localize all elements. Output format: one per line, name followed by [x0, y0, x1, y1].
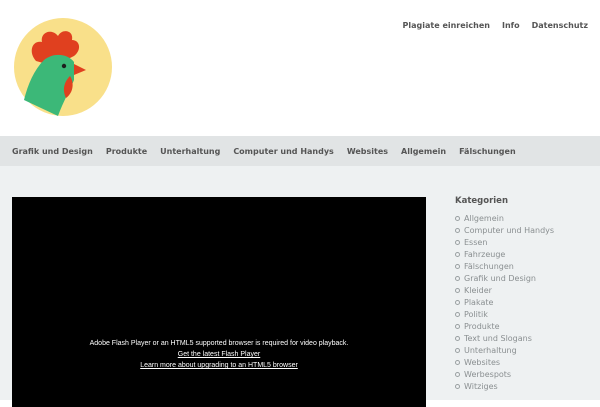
cat-nav-grafik-und-design[interactable]: Grafik und Design: [12, 147, 93, 156]
list-item: Grafik und Design: [455, 273, 595, 285]
list-item: Werbespots: [455, 369, 595, 381]
circle-bullet-icon: [455, 348, 460, 353]
category-link[interactable]: Essen: [464, 238, 487, 247]
list-item: Kleider: [455, 285, 595, 297]
top-nav-datenschutz[interactable]: Datenschutz: [532, 21, 588, 30]
sidebar-title: Kategorien: [455, 196, 508, 206]
circle-bullet-icon: [455, 288, 460, 293]
circle-bullet-icon: [455, 300, 460, 305]
circle-bullet-icon: [455, 324, 460, 329]
category-link[interactable]: Unterhaltung: [464, 346, 517, 355]
category-link[interactable]: Werbespots: [464, 370, 511, 379]
rooster-logo-icon[interactable]: [14, 18, 112, 116]
cat-nav-unterhaltung[interactable]: Unterhaltung: [160, 147, 220, 156]
list-item: Fälschungen: [455, 261, 595, 273]
circle-bullet-icon: [455, 372, 460, 377]
video-player[interactable]: Adobe Flash Player or an HTML5 supported…: [12, 197, 426, 407]
video-required-text: Adobe Flash Player or an HTML5 supported…: [89, 340, 349, 347]
site-header: Plagiate einreichen Info Datenschutz: [0, 0, 600, 136]
cat-nav-faelschungen[interactable]: Fälschungen: [459, 147, 516, 156]
list-item: Allgemein: [455, 213, 595, 225]
cat-nav-allgemein[interactable]: Allgemein: [401, 147, 446, 156]
category-link[interactable]: Plakate: [464, 298, 493, 307]
category-link[interactable]: Fahrzeuge: [464, 250, 505, 259]
list-item: Text und Slogans: [455, 333, 595, 345]
circle-bullet-icon: [455, 312, 460, 317]
category-link[interactable]: Witziges: [464, 382, 498, 391]
list-item: Plakate: [455, 297, 595, 309]
main-content: Adobe Flash Player or an HTML5 supported…: [0, 166, 600, 407]
circle-bullet-icon: [455, 264, 460, 269]
circle-bullet-icon: [455, 252, 460, 257]
flash-player-link[interactable]: Get the latest Flash Player: [12, 349, 426, 360]
cat-nav-computer-und-handys[interactable]: Computer und Handys: [233, 147, 334, 156]
list-item: Computer und Handys: [455, 225, 595, 237]
html5-browser-link[interactable]: Learn more about upgrading to an HTML5 b…: [12, 360, 426, 371]
top-nav-info[interactable]: Info: [502, 21, 520, 30]
circle-bullet-icon: [455, 384, 460, 389]
circle-bullet-icon: [455, 336, 460, 341]
list-item: Witziges: [455, 381, 595, 393]
category-link[interactable]: Grafik und Design: [464, 274, 536, 283]
circle-bullet-icon: [455, 216, 460, 221]
list-item: Fahrzeuge: [455, 249, 595, 261]
category-link[interactable]: Fälschungen: [464, 262, 514, 271]
category-link[interactable]: Kleider: [464, 286, 492, 295]
top-nav-plagiate-einreichen[interactable]: Plagiate einreichen: [403, 21, 490, 30]
cat-nav-produkte[interactable]: Produkte: [106, 147, 147, 156]
category-link[interactable]: Computer und Handys: [464, 226, 554, 235]
video-fallback-message: Adobe Flash Player or an HTML5 supported…: [12, 338, 426, 371]
circle-bullet-icon: [455, 276, 460, 281]
list-item: Unterhaltung: [455, 345, 595, 357]
cat-nav-websites[interactable]: Websites: [347, 147, 388, 156]
category-link[interactable]: Allgemein: [464, 214, 504, 223]
list-item: Produkte: [455, 321, 595, 333]
list-item: Websites: [455, 357, 595, 369]
top-nav: Plagiate einreichen Info Datenschutz: [403, 21, 588, 30]
list-item: Politik: [455, 309, 595, 321]
list-item: Essen: [455, 237, 595, 249]
category-list: Allgemein Computer und Handys Essen Fahr…: [455, 213, 595, 393]
category-link[interactable]: Text und Slogans: [464, 334, 532, 343]
sidebar: Kategorien Allgemein Computer und Handys…: [455, 196, 595, 393]
category-link[interactable]: Politik: [464, 310, 488, 319]
category-nav: Grafik und Design Produkte Unterhaltung …: [0, 136, 600, 166]
circle-bullet-icon: [455, 240, 460, 245]
circle-bullet-icon: [455, 360, 460, 365]
circle-bullet-icon: [455, 228, 460, 233]
category-link[interactable]: Produkte: [464, 322, 500, 331]
category-link[interactable]: Websites: [464, 358, 500, 367]
